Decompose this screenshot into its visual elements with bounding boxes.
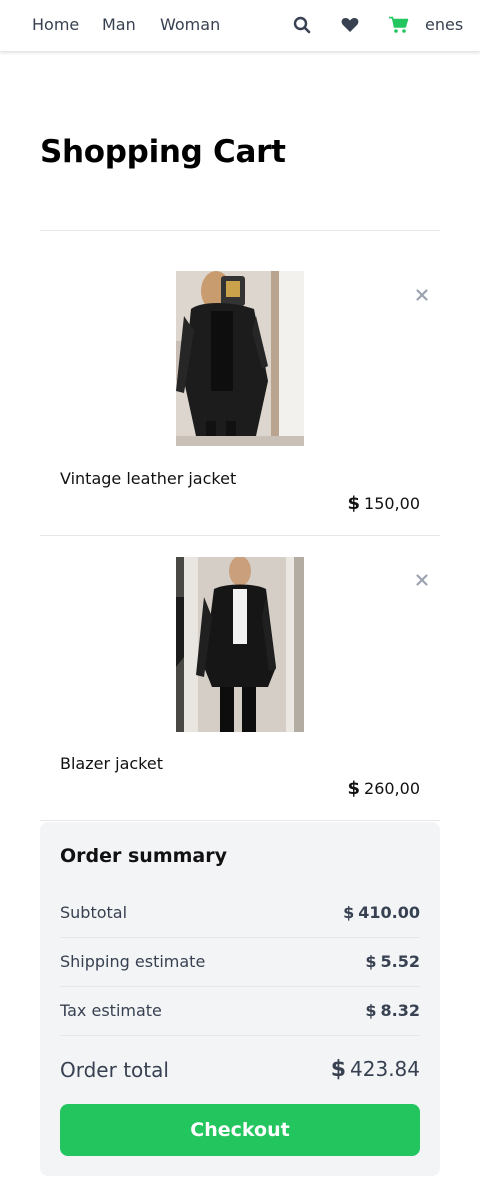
remove-item-button[interactable] [414,287,430,303]
page-title: Shopping Cart [40,134,286,170]
subtotal-value: $410.00 [343,903,420,922]
currency-symbol: $ [343,903,355,922]
currency-symbol: $ [347,493,361,514]
tax-label: Tax estimate [60,1001,162,1020]
close-icon [416,289,428,301]
product-name[interactable]: Blazer jacket [60,754,163,773]
navbar: Home Man Woman enes [0,0,480,52]
product-image[interactable] [176,557,304,732]
nav-link-woman[interactable]: Woman [160,15,220,34]
heart-icon[interactable] [340,15,360,35]
shipping-amount: 5.52 [380,952,420,971]
nav-link-home[interactable]: Home [32,15,79,34]
remove-item-button[interactable] [414,572,430,588]
user-name[interactable]: enes [425,15,463,34]
cart-icon[interactable] [389,15,409,35]
cart-item: Vintage leather jacket $150,00 [40,231,440,536]
subtotal-row: Subtotal $410.00 [60,889,420,938]
product-price-value: 260,00 [364,779,420,798]
product-price: $260,00 [347,778,420,799]
currency-symbol: $ [330,1057,347,1082]
search-icon[interactable] [292,15,312,35]
tax-amount: 8.32 [380,1001,420,1020]
shipping-value: $5.52 [365,952,420,971]
shipping-label: Shipping estimate [60,952,206,971]
close-icon [416,574,428,586]
tax-value: $8.32 [365,1001,420,1020]
product-price-value: 150,00 [364,494,420,513]
shipping-row: Shipping estimate $5.52 [60,938,420,987]
tax-row: Tax estimate $8.32 [60,987,420,1036]
order-total-value: $423.84 [331,1057,420,1082]
currency-symbol: $ [347,778,361,799]
subtotal-label: Subtotal [60,903,128,922]
currency-symbol: $ [365,1001,377,1020]
order-summary: Order summary Subtotal $410.00 Shipping … [40,822,440,1176]
order-summary-title: Order summary [60,845,228,867]
subtotal-amount: 410.00 [358,903,420,922]
order-total-amount: 423.84 [350,1057,420,1081]
product-price: $150,00 [347,493,420,514]
currency-symbol: $ [365,952,377,971]
nav-link-man[interactable]: Man [102,15,136,34]
product-name[interactable]: Vintage leather jacket [60,469,236,488]
order-total-label: Order total [60,1058,169,1082]
checkout-button[interactable]: Checkout [60,1104,420,1156]
product-image[interactable] [176,271,304,446]
cart-item: Blazer jacket $260,00 [40,536,440,821]
